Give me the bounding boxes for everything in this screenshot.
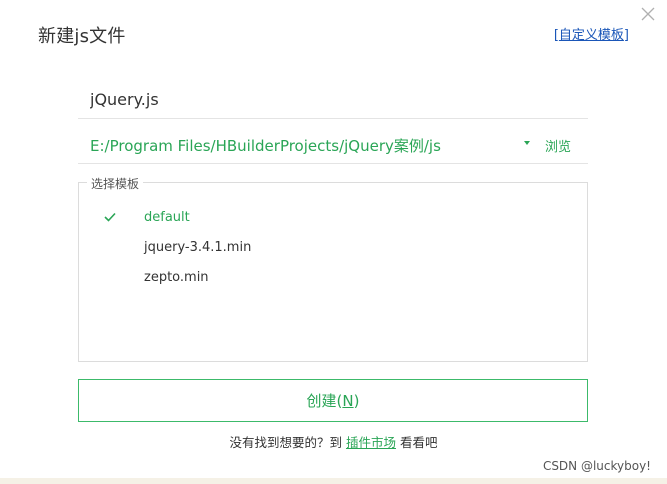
dialog-title: 新建js文件	[38, 26, 126, 47]
create-label-end: )	[353, 391, 360, 410]
custom-template-link[interactable]: [自定义模板]	[554, 24, 629, 43]
template-item-label: default	[144, 210, 190, 225]
path-row: E:/Program Files/HBuilderProjects/jQuery…	[78, 127, 588, 164]
create-button[interactable]: 创建(N)	[78, 379, 588, 422]
template-item-label: zepto.min	[144, 270, 209, 285]
plugin-market-link[interactable]: 插件市场	[346, 435, 396, 450]
dropdown-arrow-icon[interactable]	[524, 141, 530, 145]
template-item-jquery[interactable]: jquery-3.4.1.min	[79, 235, 587, 261]
check-icon	[104, 212, 116, 222]
filename-input[interactable]	[90, 90, 570, 109]
filename-row	[78, 82, 588, 119]
path-select[interactable]: E:/Program Files/HBuilderProjects/jQuery…	[90, 135, 441, 156]
template-item-default[interactable]: default	[79, 205, 587, 231]
background-code-fragment	[0, 470, 110, 484]
new-js-file-dialog: 新建js文件 [自定义模板] E:/Program Files/HBuilder…	[0, 0, 667, 478]
custom-template-label: 自定义模板	[558, 28, 624, 43]
footer-hint: 没有找到想要的？到 插件市场 看看吧	[0, 432, 667, 451]
create-shortcut-key: N	[342, 391, 354, 410]
browse-button[interactable]: 浏览	[545, 136, 571, 155]
template-item-zepto[interactable]: zepto.min	[79, 265, 587, 291]
watermark: CSDN @luckyboy!	[542, 459, 651, 473]
bracket-close: ]	[623, 28, 629, 43]
footer-prefix: 没有找到想要的？到	[229, 435, 346, 450]
close-icon[interactable]	[640, 6, 656, 22]
template-item-label: jquery-3.4.1.min	[144, 240, 252, 255]
template-fieldset: 选择模板 default jquery-3.4.1.min zepto.min	[78, 175, 588, 362]
template-legend: 选择模板	[87, 175, 144, 192]
footer-suffix: 看看吧	[396, 435, 438, 450]
create-label: 创建(	[306, 392, 343, 410]
